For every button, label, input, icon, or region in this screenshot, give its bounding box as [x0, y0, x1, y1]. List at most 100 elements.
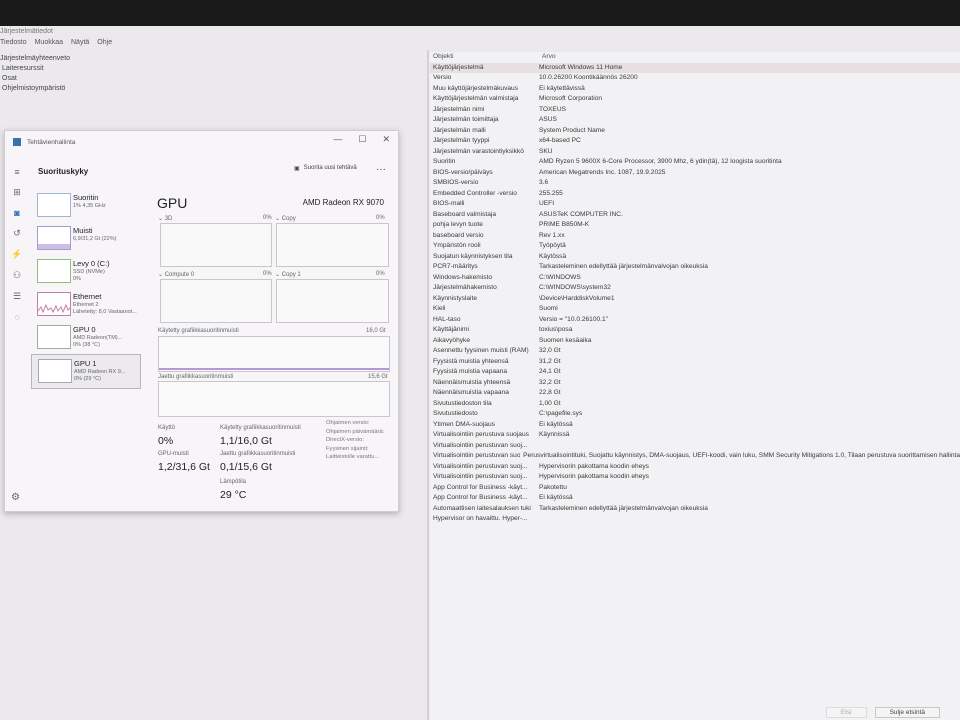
- tree-item-components[interactable]: Osat: [0, 74, 70, 84]
- engine-label-compute0[interactable]: ⌄ Compute 0: [158, 271, 194, 278]
- row-value: 32,0 Gt: [539, 347, 561, 354]
- row-value: Ei käytössä: [539, 420, 573, 428]
- table-row[interactable]: Kieli Suomi: [430, 304, 960, 315]
- table-row[interactable]: Virtualisointiin perustuva suojaus Käynni…: [430, 430, 960, 441]
- table-row[interactable]: Virtualisointiin perustuvan suoj... Hyper…: [430, 472, 960, 483]
- table-row[interactable]: Järjestelmähakemisto C:\WINDOWS\system32: [430, 283, 960, 294]
- table-row[interactable]: Järjestelmän tyyppi x64-based PC: [430, 136, 960, 147]
- run-new-task-button[interactable]: ▣ Suorita uusi tehtävä: [294, 165, 357, 172]
- table-row[interactable]: Versio 10.0.26200 Koontikäännös 26200: [430, 73, 960, 84]
- settings-gear-icon[interactable]: ⚙: [11, 492, 20, 503]
- table-row[interactable]: Virtualisointiin perustuvan suoj... Hyper…: [430, 462, 960, 473]
- row-object: Ympäristön rooli: [433, 242, 481, 249]
- users-icon[interactable]: ⚇: [13, 270, 21, 281]
- table-row[interactable]: Järjestelmän nimi TOXEUS: [430, 105, 960, 116]
- row-object: Järjestelmän tyyppi: [433, 137, 490, 144]
- device-item-disk[interactable]: Levy 0 (C:) SSD (NVMe) 0%: [31, 255, 141, 288]
- close-find-button[interactable]: Sulje etsintä: [874, 707, 940, 718]
- more-options-button[interactable]: ···: [376, 164, 386, 175]
- maximize-button[interactable]: ☐: [358, 134, 366, 145]
- table-row[interactable]: Näennäismuistia vapaana 22,8 Gt: [430, 388, 960, 399]
- tree-item-summary[interactable]: Järjestelmäyhteenveto: [0, 54, 70, 64]
- tree-item-software-environment[interactable]: Ohjelmistoympäristö: [0, 84, 70, 94]
- table-row[interactable]: BIOS-malli UEFI: [430, 199, 960, 210]
- row-object: Suoritin: [433, 158, 456, 165]
- table-row[interactable]: Virtualisointiin perustuvan suoj...: [430, 441, 960, 452]
- table-row[interactable]: Baseboard valmistaja ASUSTeK COMPUTER INC…: [430, 210, 960, 221]
- table-row[interactable]: Fyysistä muistia vapaana 24,1 Gt: [430, 367, 960, 378]
- row-value: Microsoft Windows 11 Home: [539, 63, 623, 71]
- row-value: C:\pagefile.sys: [539, 410, 583, 417]
- device-item-gpu1[interactable]: GPU 1 AMD Radeon RX 9... 0% (29 °C): [31, 354, 141, 389]
- table-row[interactable]: Käyttäjänimi toxius\posa: [430, 325, 960, 336]
- table-row[interactable]: Muu käyttöjärjestelmäkuvaus Ei käytettävi…: [430, 84, 960, 95]
- table-row[interactable]: Asennettu fyysinen muisti (RAM) 32,0 Gt: [430, 346, 960, 357]
- device-item-ethernet[interactable]: Ethernet Ethernet 2 Lähetetty: 8,0 Vastaa…: [31, 288, 141, 321]
- table-row[interactable]: SMBIOS-versio 3.6: [430, 178, 960, 189]
- run-task-icon: ▣: [294, 166, 300, 172]
- nav-rail: ≡ ⊞ ◙ ↺ ⚡ ⚇ ☰ ◌: [9, 167, 25, 322]
- table-row[interactable]: baseboard versio Rev 1.xx: [430, 231, 960, 242]
- table-row[interactable]: Järjestelmän malli System Product Name: [430, 126, 960, 137]
- cpu-thumbnail: [37, 193, 71, 217]
- device-subtitle: AMD Radeon(TM)... 0% (38 °C): [73, 335, 123, 348]
- table-row[interactable]: Windows-hakemisto C:\WINDOWS: [430, 273, 960, 284]
- startup-apps-icon[interactable]: ⚡: [11, 249, 22, 260]
- menu-file[interactable]: Tiedosto: [0, 39, 27, 46]
- minimize-button[interactable]: —: [333, 134, 342, 145]
- table-row[interactable]: Käyttöjärjestelmän valmistaja Microsoft C…: [430, 94, 960, 105]
- table-row[interactable]: BIOS-versio/päiväys American Megatrends I…: [430, 168, 960, 179]
- table-row[interactable]: Näennäismuistia yhteensä 32,2 Gt: [430, 378, 960, 389]
- engine-label-copy[interactable]: ⌄ Copy: [275, 215, 296, 222]
- performance-icon[interactable]: ◙: [14, 208, 19, 218]
- table-row[interactable]: pohja levyn tuote PRIME B850M-K: [430, 220, 960, 231]
- engine-label-copy1[interactable]: ⌄ Copy 1: [275, 271, 301, 278]
- row-object: Aikavyöhyke: [433, 336, 471, 344]
- table-row[interactable]: Suojatun käynnistyksen tila Käytössä: [430, 252, 960, 263]
- menu-edit[interactable]: Muokkaa: [35, 39, 63, 46]
- details-icon[interactable]: ☰: [13, 291, 21, 302]
- table-row[interactable]: Aikavyöhyke Suomen kesäaika: [430, 336, 960, 347]
- pane-splitter[interactable]: [427, 50, 429, 720]
- processes-icon[interactable]: ⊞: [13, 187, 21, 198]
- table-row[interactable]: Virtualisointiin perustuvan suoj... Perus…: [430, 451, 960, 462]
- row-object: BIOS-malli: [433, 200, 465, 207]
- table-row[interactable]: Järjestelmän varastointiyksikkö SKU: [430, 147, 960, 158]
- column-header-object[interactable]: Objekti: [430, 52, 536, 63]
- app-history-icon[interactable]: ↺: [13, 228, 21, 239]
- menu-view[interactable]: Näytä: [71, 39, 89, 46]
- table-row[interactable]: Käyttöjärjestelmä Microsoft Windows 11 Ho…: [430, 62, 960, 73]
- row-object: Hypervisor on havaittu. Hyper-...: [433, 515, 528, 522]
- shared-memory-max: 15,6 Gt: [368, 374, 388, 380]
- table-row[interactable]: Fyysistä muistia yhteensä 31,2 Gt: [430, 357, 960, 368]
- close-button[interactable]: ✕: [382, 134, 390, 145]
- table-row[interactable]: Ympäristön rooli Työpöytä: [430, 241, 960, 252]
- table-row[interactable]: Suoritin AMD Ryzen 5 9600X 6-Core Process…: [430, 157, 960, 168]
- table-row[interactable]: Järjestelmän toimittaja ASUS: [430, 115, 960, 126]
- column-header-value[interactable]: Arvo: [536, 52, 556, 63]
- table-row[interactable]: Embedded Controller -versio 255.255: [430, 189, 960, 200]
- row-value: Microsoft Corporation: [539, 95, 603, 102]
- row-object: Näennäismuistia yhteensä: [433, 378, 511, 386]
- device-item-cpu[interactable]: Suoritin 1% 4,35 GHz: [31, 189, 141, 222]
- table-row[interactable]: App Control for Business -käyt... Ei käyt…: [430, 493, 960, 504]
- table-row[interactable]: Käynnistyslaite \Device\HarddiskVolume1: [430, 294, 960, 305]
- table-row[interactable]: Sivutustiedoston tila 1,00 Gt: [430, 399, 960, 410]
- device-item-memory[interactable]: Muisti 6,9/31,2 Gt (22%): [31, 222, 141, 255]
- row-value: Ei käytössä: [539, 494, 573, 501]
- table-row[interactable]: Ytimen DMA-suojaus Ei käytössä: [430, 420, 960, 431]
- table-row[interactable]: Sivutustiedosto C:\pagefile.sys: [430, 409, 960, 420]
- hamburger-menu-icon[interactable]: ≡: [14, 167, 19, 177]
- find-button[interactable]: Etsi: [825, 707, 867, 718]
- table-row[interactable]: HAL-taso Versio = "10.0.26100.1": [430, 315, 960, 326]
- engine-label-3d[interactable]: ⌄ 3D: [158, 215, 172, 222]
- performance-heading: Suorituskyky: [38, 167, 89, 176]
- menu-help[interactable]: Ohje: [97, 39, 112, 46]
- services-icon[interactable]: ◌: [14, 312, 19, 322]
- tree-item-hardware-resources[interactable]: Laiteresurssit: [0, 64, 70, 74]
- device-item-gpu0[interactable]: GPU 0 AMD Radeon(TM)... 0% (38 °C): [31, 321, 141, 354]
- table-row[interactable]: Hypervisor on havaittu. Hyper-...: [430, 514, 960, 525]
- table-row[interactable]: Automaattisen laitesalauksen tuki Tarkast…: [430, 504, 960, 515]
- table-row[interactable]: App Control for Business -käyt... Pakotet…: [430, 483, 960, 494]
- table-row[interactable]: PCR7-määritys Tarkasteleminen edellyttää …: [430, 262, 960, 273]
